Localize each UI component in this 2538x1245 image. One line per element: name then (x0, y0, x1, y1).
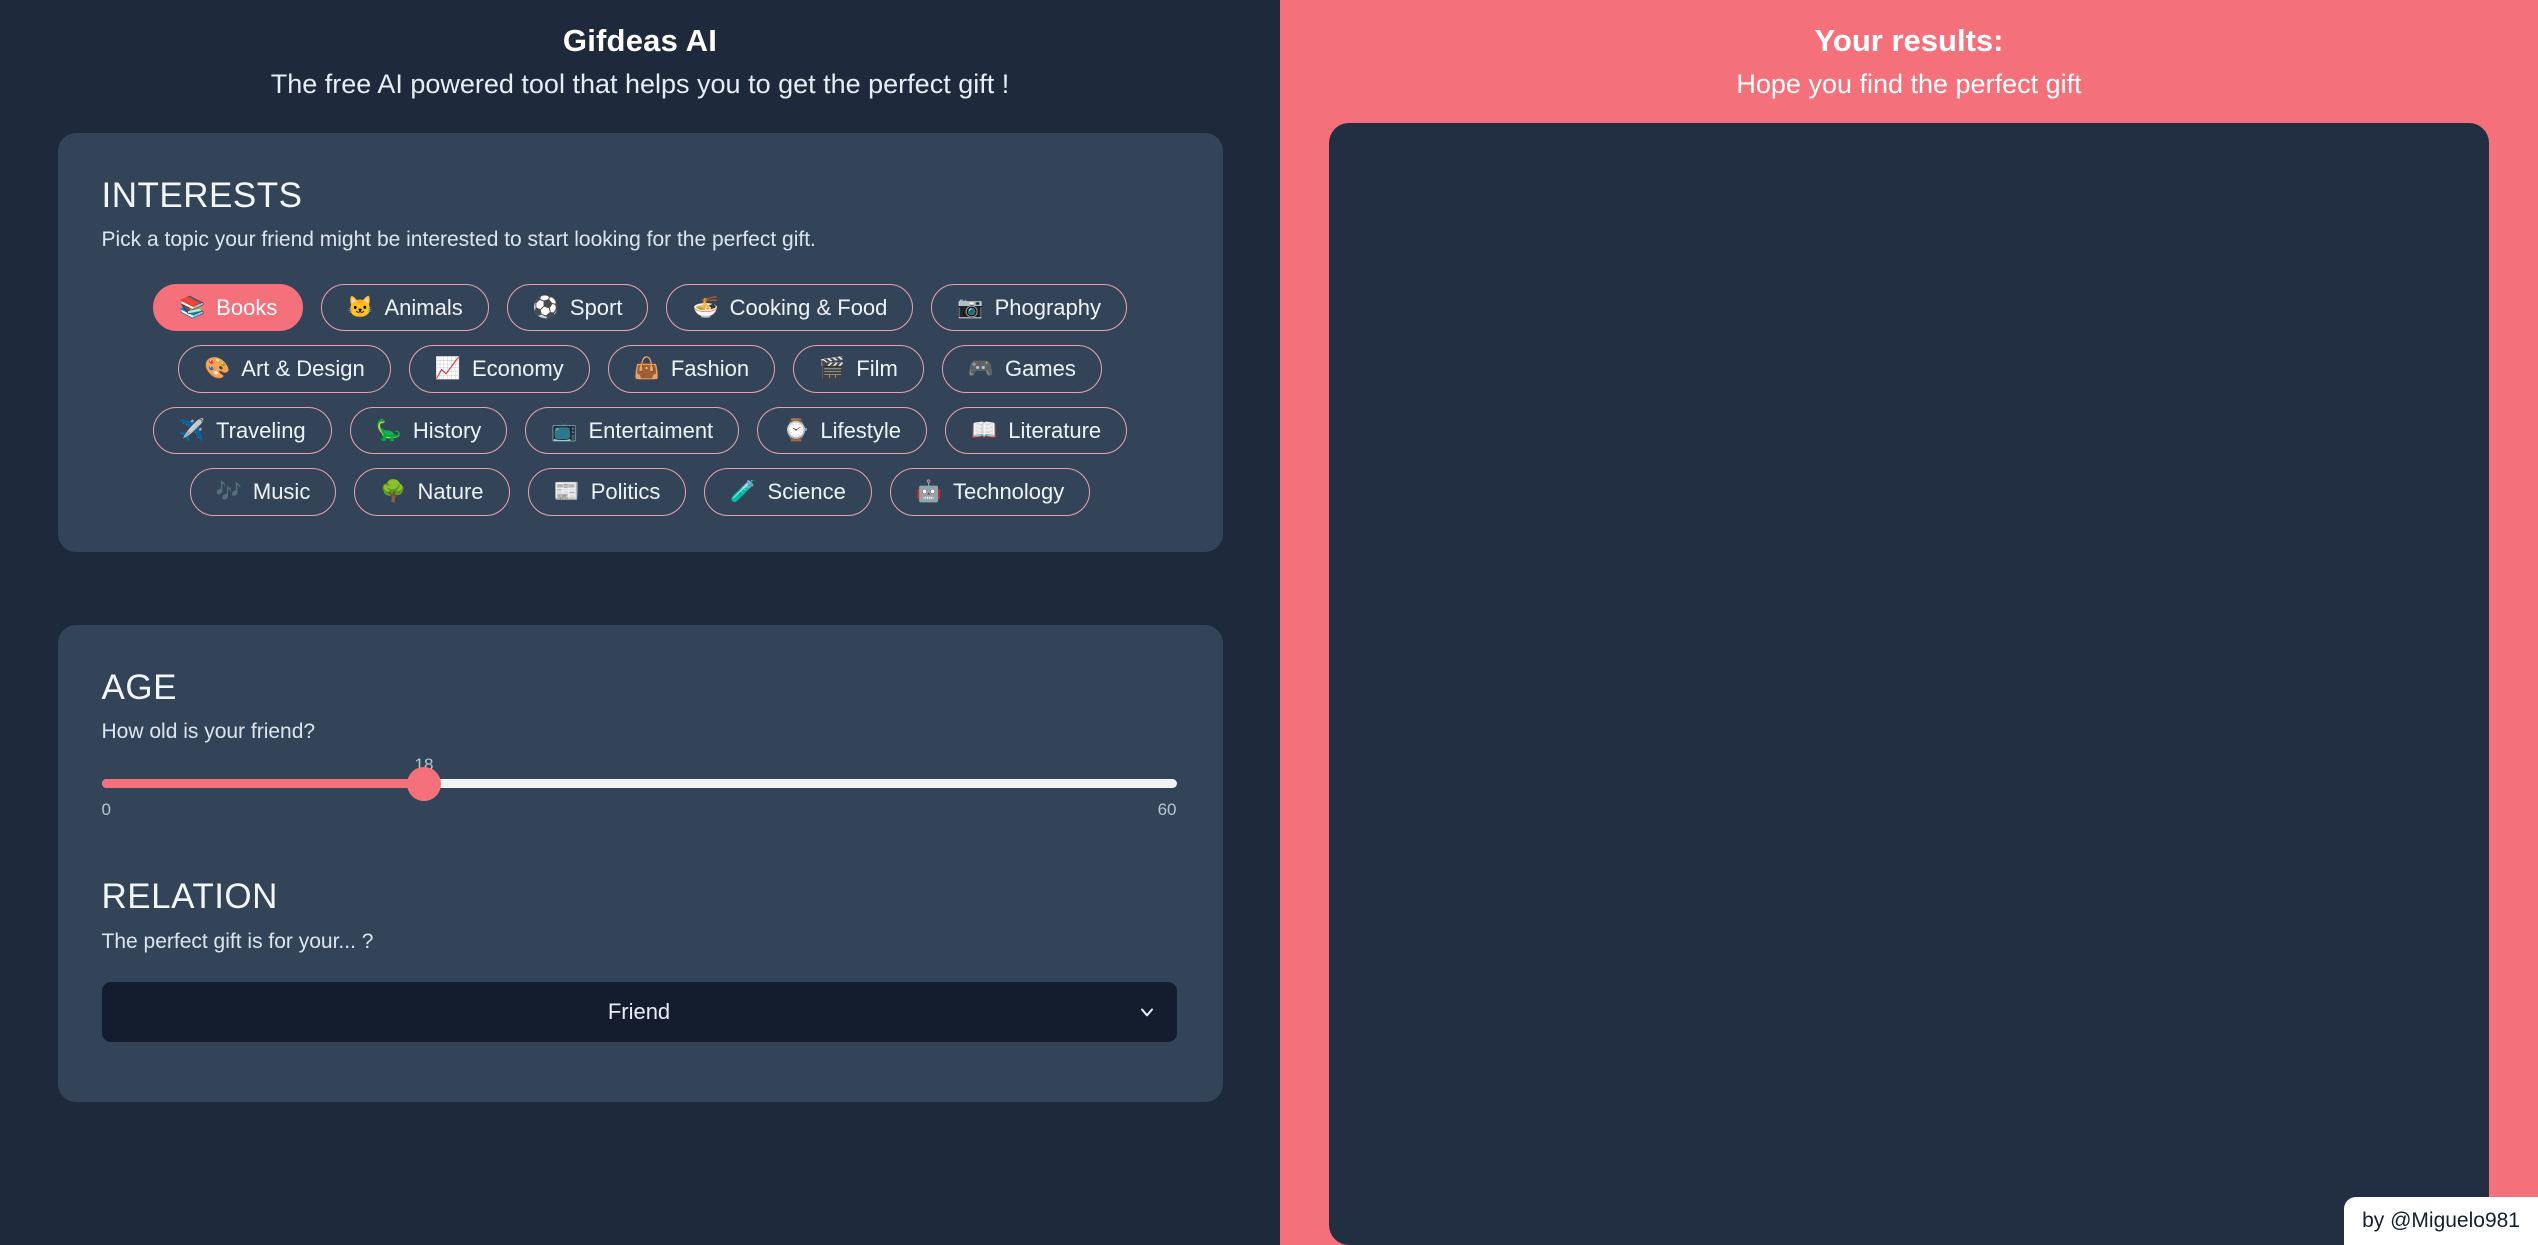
handbag-icon: 👜 (633, 357, 660, 381)
age-description: How old is your friend? (101, 720, 316, 744)
interest-chip[interactable]: 🌳 Nature (354, 468, 510, 516)
left-form-panel: Gifdeas AI The free AI powered tool that… (0, 0, 1280, 1245)
interest-chip-label: Lifestyle (820, 417, 902, 443)
clapperboard-icon: 🎬 (819, 357, 846, 381)
interest-chip[interactable]: 📈 Economy (408, 345, 590, 393)
interest-chip[interactable]: ⚽ Sport (506, 283, 649, 332)
author-credit-badge[interactable]: by @Miguelo981 (2344, 1196, 2538, 1245)
interest-chip[interactable]: 🧪 Science (704, 468, 872, 516)
interest-chip-group: 📚 Books 🐱 Animals ⚽ Sport 🍜 Cooking & Food 📷 Phog… (135, 283, 1145, 516)
interest-chip[interactable]: 📷 Phography (931, 283, 1127, 332)
interest-chip-label: Economy (471, 356, 564, 382)
interest-chip-label: Film (856, 356, 898, 382)
interests-card: INTERESTS Pick a topic your friend might… (57, 132, 1223, 552)
interest-chip-label: Fashion (670, 356, 750, 382)
interest-chip-label: Politics (590, 479, 661, 505)
interest-chip[interactable]: 📖 Literature (945, 406, 1128, 455)
relation-heading: RELATION (101, 877, 278, 917)
sauropod-icon: 🦕 (375, 418, 402, 442)
interest-chip[interactable]: 🦕 History (349, 406, 508, 455)
age-range-labels: 0 60 (102, 800, 1177, 820)
interest-chip[interactable]: 🐱 Animals (321, 283, 489, 332)
results-panel: Your results: Hope you find the perfect … (1280, 0, 2538, 1245)
interest-chip[interactable]: 🍜 Cooking & Food (666, 283, 914, 332)
books-icon: 📚 (179, 295, 206, 319)
cat-face-icon: 🐱 (347, 295, 374, 319)
interest-chip[interactable]: 🎮 Games (941, 345, 1102, 393)
open-book-icon: 📖 (971, 418, 998, 442)
soccer-ball-icon: ⚽ (532, 295, 559, 319)
interest-chip[interactable]: 📰 Politics (527, 468, 687, 516)
chart-up-icon: 📈 (434, 357, 461, 381)
results-output-area (1329, 122, 2489, 1245)
test-tube-icon: 🧪 (730, 480, 757, 504)
interest-chip-label: Animals (384, 294, 463, 320)
page-subtitle: The free AI powered tool that helps you … (270, 68, 1010, 99)
interest-chip-label: Phography (994, 294, 1101, 320)
chevron-down-icon (1137, 1002, 1157, 1022)
interest-chip[interactable]: ⌚ Lifestyle (757, 406, 928, 455)
age-heading: AGE (101, 667, 177, 707)
age-slider-thumb[interactable] (407, 766, 441, 801)
interest-chip[interactable]: 🎬 Film (793, 345, 924, 393)
interest-chip-label: Music (252, 479, 311, 505)
robot-icon: 🤖 (915, 480, 942, 504)
interest-chip-label: Traveling (216, 417, 306, 443)
brand-header: Gifdeas AI The free AI powered tool that… (0, 0, 1280, 102)
interests-description: Pick a topic your friend might be intere… (101, 228, 816, 252)
age-slider-fill (101, 779, 424, 789)
age-relation-card: AGE How old is your friend? 18 0 60 RELA… (57, 624, 1223, 1103)
interest-chip-label: Games (1004, 356, 1076, 382)
results-subtitle: Hope you find the perfect gift (1736, 68, 2082, 99)
palette-icon: 🎨 (204, 357, 231, 381)
interest-chip-label: Nature (417, 479, 484, 505)
age-slider-track[interactable] (101, 766, 1177, 801)
watch-icon: ⌚ (783, 418, 810, 442)
interest-chip-label: Literature (1008, 417, 1102, 443)
interest-chip-label: Science (767, 479, 846, 505)
tree-icon: 🌳 (380, 480, 407, 504)
interest-chip-label: Entertaiment (588, 417, 714, 443)
gamepad-icon: 🎮 (967, 357, 994, 381)
interest-chip[interactable]: 🎶 Music (189, 468, 337, 516)
results-title: Your results: (1814, 23, 2004, 58)
interests-heading: INTERESTS (101, 175, 303, 215)
camera-icon: 📷 (957, 295, 984, 319)
relation-select[interactable]: Friend (101, 982, 1177, 1043)
interest-chip-label: Technology (952, 479, 1065, 505)
interest-chip-label: Books (216, 294, 278, 320)
interest-chip[interactable]: 🎨 Art & Design (178, 345, 391, 393)
airplane-icon: ✈️ (178, 418, 205, 442)
music-notes-icon: 🎶 (215, 480, 242, 504)
age-slider[interactable]: 18 0 60 (101, 755, 1177, 820)
age-max-label: 60 (1157, 800, 1177, 820)
newspaper-icon: 📰 (553, 480, 580, 504)
relation-select-value: Friend (607, 999, 671, 1025)
interest-chip[interactable]: 👜 Fashion (607, 345, 776, 393)
interest-chip[interactable]: 📺 Entertaiment (525, 406, 740, 455)
page-title: Gifdeas AI (562, 23, 718, 58)
ramen-bowl-icon: 🍜 (692, 295, 719, 319)
age-min-label: 0 (101, 800, 111, 820)
relation-description: The perfect gift is for your... ? (101, 929, 374, 953)
interest-chip[interactable]: 🤖 Technology (889, 468, 1091, 516)
interest-chip[interactable]: ✈️ Traveling (152, 406, 332, 455)
interest-chip-label: Cooking & Food (729, 294, 888, 320)
interest-chip[interactable]: 📚 Books (153, 283, 304, 332)
results-header: Your results: Hope you find the perfect … (1736, 0, 2081, 102)
television-icon: 📺 (551, 418, 578, 442)
interest-chip-label: Sport (569, 294, 623, 320)
interest-chip-label: History (412, 417, 482, 443)
app-root: Gifdeas AI The free AI powered tool that… (0, 0, 2538, 1245)
interest-chip-label: Art & Design (241, 356, 365, 382)
